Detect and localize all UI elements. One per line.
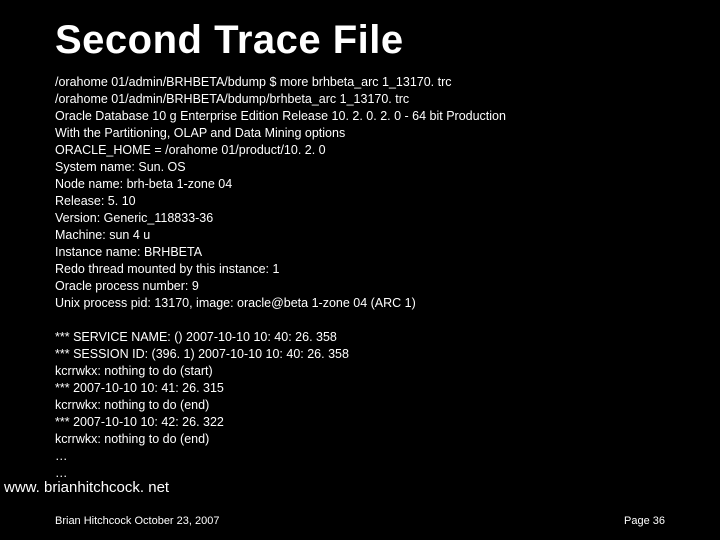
trace-line: *** SESSION ID: (396. 1) 2007-10-10 10: … bbox=[55, 346, 675, 363]
trace-line: *** SERVICE NAME: () 2007-10-10 10: 40: … bbox=[55, 329, 675, 346]
trace-line: *** 2007-10-10 10: 42: 26. 322 bbox=[55, 414, 675, 431]
trace-line: kcrrwkx: nothing to do (end) bbox=[55, 431, 675, 448]
trace-line: Node name: brh-beta 1-zone 04 bbox=[55, 176, 675, 193]
trace-line: /orahome 01/admin/BRHBETA/bdump $ more b… bbox=[55, 74, 675, 91]
trace-line: Release: 5. 10 bbox=[55, 193, 675, 210]
footer-page-number: Page 36 bbox=[624, 515, 665, 527]
trace-line: Oracle process number: 9 bbox=[55, 278, 675, 295]
trace-line: Unix process pid: 13170, image: oracle@b… bbox=[55, 295, 675, 312]
footer-author-date: Brian Hitchcock October 23, 2007 bbox=[55, 515, 219, 527]
trace-line: System name: Sun. OS bbox=[55, 159, 675, 176]
trace-line: Instance name: BRHBETA bbox=[55, 244, 675, 261]
trace-line: kcrrwkx: nothing to do (end) bbox=[55, 397, 675, 414]
trace-line: *** 2007-10-10 10: 41: 26. 315 bbox=[55, 380, 675, 397]
trace-line: Machine: sun 4 u bbox=[55, 227, 675, 244]
trace-line: ORACLE_HOME = /orahome 01/product/10. 2.… bbox=[55, 142, 675, 159]
footer-url: www. brianhitchcock. net bbox=[4, 479, 169, 496]
slide-title: Second Trace File bbox=[55, 18, 404, 63]
trace-line: kcrrwkx: nothing to do (start) bbox=[55, 363, 675, 380]
trace-line: … bbox=[55, 448, 675, 465]
trace-line: Oracle Database 10 g Enterprise Edition … bbox=[55, 108, 675, 125]
trace-line: Version: Generic_118833-36 bbox=[55, 210, 675, 227]
slide-body: /orahome 01/admin/BRHBETA/bdump $ more b… bbox=[55, 74, 675, 482]
slide: Second Trace File /orahome 01/admin/BRHB… bbox=[0, 0, 720, 540]
trace-line: Redo thread mounted by this instance: 1 bbox=[55, 261, 675, 278]
trace-line: /orahome 01/admin/BRHBETA/bdump/brhbeta_… bbox=[55, 91, 675, 108]
trace-line: With the Partitioning, OLAP and Data Min… bbox=[55, 125, 675, 142]
